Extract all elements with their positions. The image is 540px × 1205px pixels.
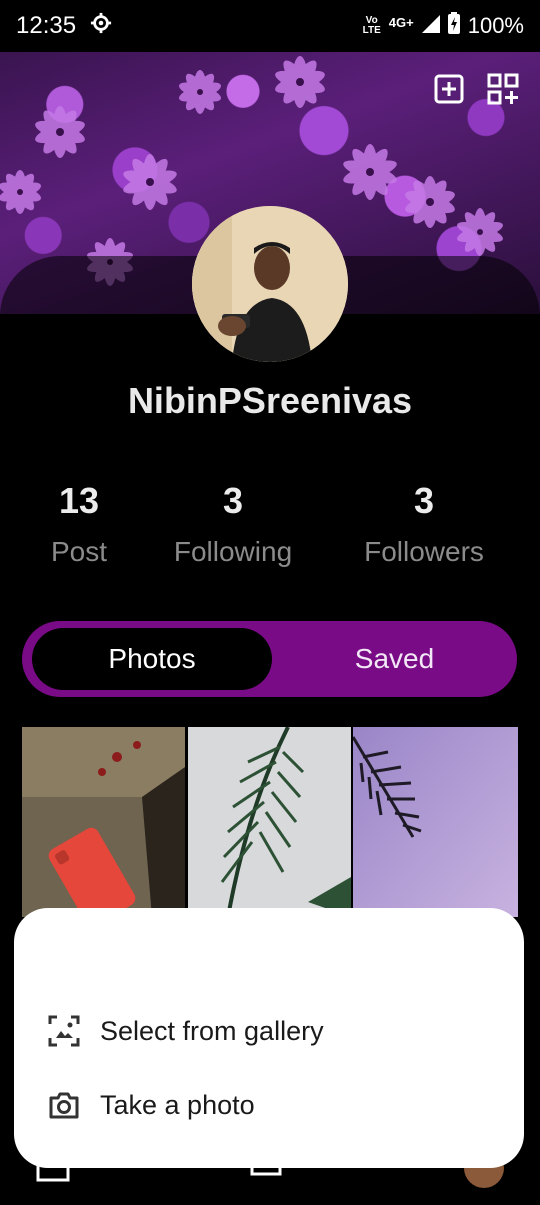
gallery-label: Select from gallery [100, 1015, 324, 1046]
status-time: 12:35 [16, 12, 77, 39]
username: NibinPSreenivas [127, 380, 413, 421]
camera-icon [48, 1089, 80, 1121]
select-from-gallery-option[interactable]: Select from gallery [48, 1009, 324, 1053]
stat-value: 3 [413, 480, 435, 521]
stat-label: Followers [364, 536, 484, 567]
camera-label: Take a photo [100, 1089, 255, 1120]
battery-percent: 100% [467, 13, 524, 38]
tab-photos[interactable]: Photos [32, 628, 272, 690]
content-toggle: Photos Saved [22, 621, 517, 697]
cover-actions [432, 72, 520, 106]
stat-label: Following [173, 536, 293, 567]
avatar[interactable] [192, 206, 348, 362]
battery-icon [447, 12, 460, 40]
gear-icon [90, 12, 112, 41]
photo-thumbnail[interactable] [353, 727, 518, 917]
signal-icon [421, 13, 440, 39]
status-bar: 12:35 Vo LTE 4G+ 100% [0, 0, 540, 52]
profile-stats: 13 Post 3 Following 3 Followers [0, 480, 540, 580]
network-type: 4G+ [388, 14, 414, 30]
tab-saved[interactable]: Saved [282, 628, 507, 690]
volte-indicator: Vo LTE [362, 15, 381, 36]
stat-following[interactable]: 3 Following [143, 480, 323, 568]
stat-value: 3 [222, 480, 244, 521]
photo-grid [22, 727, 518, 917]
qr-grid-icon[interactable] [486, 72, 520, 106]
photo-thumbnail[interactable] [188, 727, 351, 917]
stat-followers[interactable]: 3 Followers [334, 480, 514, 568]
gallery-icon [48, 1015, 80, 1047]
take-a-photo-option[interactable]: Take a photo [48, 1083, 255, 1127]
photo-thumbnail[interactable] [22, 727, 185, 917]
plus-square-icon[interactable] [432, 72, 466, 106]
image-source-sheet: Select from gallery Take a photo [14, 908, 524, 1168]
